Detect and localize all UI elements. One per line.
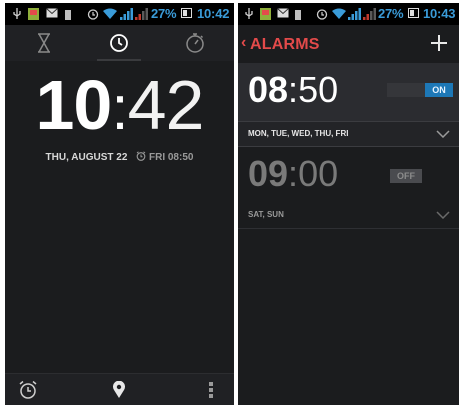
clock-screen: 27% 10:42 10:42 THU, AUGUST 22 FRI 08:50 — [5, 3, 234, 405]
location-pin-icon — [113, 381, 125, 398]
alarm-repeat-days: SAT, SUN — [248, 210, 284, 219]
tab-clock[interactable] — [94, 25, 144, 61]
alarm-repeat-row[interactable]: MON, TUE, WED, THU, FRI — [238, 121, 459, 147]
app-notification-icon — [28, 8, 39, 20]
hourglass-icon — [38, 33, 50, 53]
overflow-menu-button[interactable] — [197, 377, 225, 403]
alarm-separator: : — [288, 153, 299, 194]
battery-icon — [408, 8, 419, 18]
alarm-repeat-row[interactable]: SAT, SUN — [238, 203, 459, 229]
alarm-item[interactable]: 09:00 OFF — [238, 147, 459, 205]
alarm-minutes: 00 — [298, 153, 339, 194]
signal-icon-1 — [348, 8, 361, 20]
alarm-hours: 09 — [248, 153, 289, 194]
add-alarm-button[interactable] — [425, 29, 453, 57]
digital-clock: 10:42 — [5, 67, 234, 147]
alarm-separator: : — [288, 69, 299, 110]
alarm-status-icon — [87, 9, 99, 20]
usb-icon — [13, 8, 21, 19]
alarms-screen: 27% 10:43 ‹ ALARMS 08:50 ON MON, TUE, WE… — [238, 3, 459, 405]
active-tab-indicator — [97, 59, 141, 61]
mail-icon — [46, 8, 58, 18]
alarm-time[interactable]: 08:50 — [248, 69, 338, 111]
sd-card-icon — [65, 10, 71, 20]
cities-button[interactable] — [105, 377, 133, 403]
app-notification-icon — [260, 8, 271, 20]
mail-icon — [277, 8, 289, 18]
clock-tabs — [5, 25, 234, 61]
signal-icon-1 — [120, 8, 133, 20]
signal-icon-2 — [135, 8, 148, 20]
battery-percent: 27% — [378, 6, 404, 21]
alarm-status-icon — [316, 9, 328, 20]
clock-minutes: 42 — [127, 66, 205, 144]
wifi-icon — [332, 8, 346, 19]
alarm-minutes: 50 — [298, 69, 339, 110]
clock-separator: : — [111, 74, 128, 143]
next-alarm: FRI 08:50 — [136, 151, 194, 163]
usb-icon — [245, 8, 253, 19]
stopwatch-icon — [186, 33, 204, 53]
status-bar: 27% 10:43 — [238, 3, 459, 25]
alarm-clock-icon — [19, 380, 37, 399]
clock-hours: 10 — [35, 66, 113, 144]
status-time: 10:43 — [423, 6, 456, 21]
bottom-action-bar — [5, 373, 234, 405]
status-bar: 27% 10:42 — [5, 3, 234, 25]
clock-icon — [110, 34, 128, 52]
chevron-down-icon — [436, 211, 450, 219]
alarm-time[interactable]: 09:00 — [248, 153, 338, 195]
next-alarm-icon — [136, 151, 146, 161]
action-bar: ‹ ALARMS — [238, 25, 459, 63]
next-alarm-time: FRI 08:50 — [148, 152, 194, 163]
overflow-menu-icon — [209, 382, 213, 398]
wifi-icon — [103, 8, 117, 19]
tab-timer[interactable] — [19, 25, 69, 61]
current-date: THU, AUGUST 22 — [45, 152, 128, 163]
battery-percent: 27% — [151, 6, 177, 21]
plus-icon — [431, 35, 447, 51]
alarm-item[interactable]: 08:50 ON — [238, 63, 459, 121]
alarms-button[interactable] — [14, 377, 42, 403]
expand-button[interactable] — [435, 128, 451, 140]
alarm-repeat-days: MON, TUE, WED, THU, FRI — [248, 129, 349, 138]
back-button[interactable]: ‹ — [241, 34, 246, 52]
date-line: THU, AUGUST 22 FRI 08:50 — [5, 151, 234, 163]
signal-icon-2 — [363, 8, 376, 20]
alarm-toggle[interactable]: OFF — [390, 169, 422, 183]
page-title: ALARMS — [250, 36, 320, 53]
alarm-hours: 08 — [248, 69, 289, 110]
tab-stopwatch[interactable] — [170, 25, 220, 61]
chevron-down-icon — [436, 130, 450, 138]
alarm-toggle[interactable]: ON — [425, 83, 453, 97]
battery-icon — [181, 8, 192, 18]
sd-card-icon — [295, 10, 301, 20]
status-time: 10:42 — [197, 6, 230, 21]
expand-button[interactable] — [435, 209, 451, 221]
